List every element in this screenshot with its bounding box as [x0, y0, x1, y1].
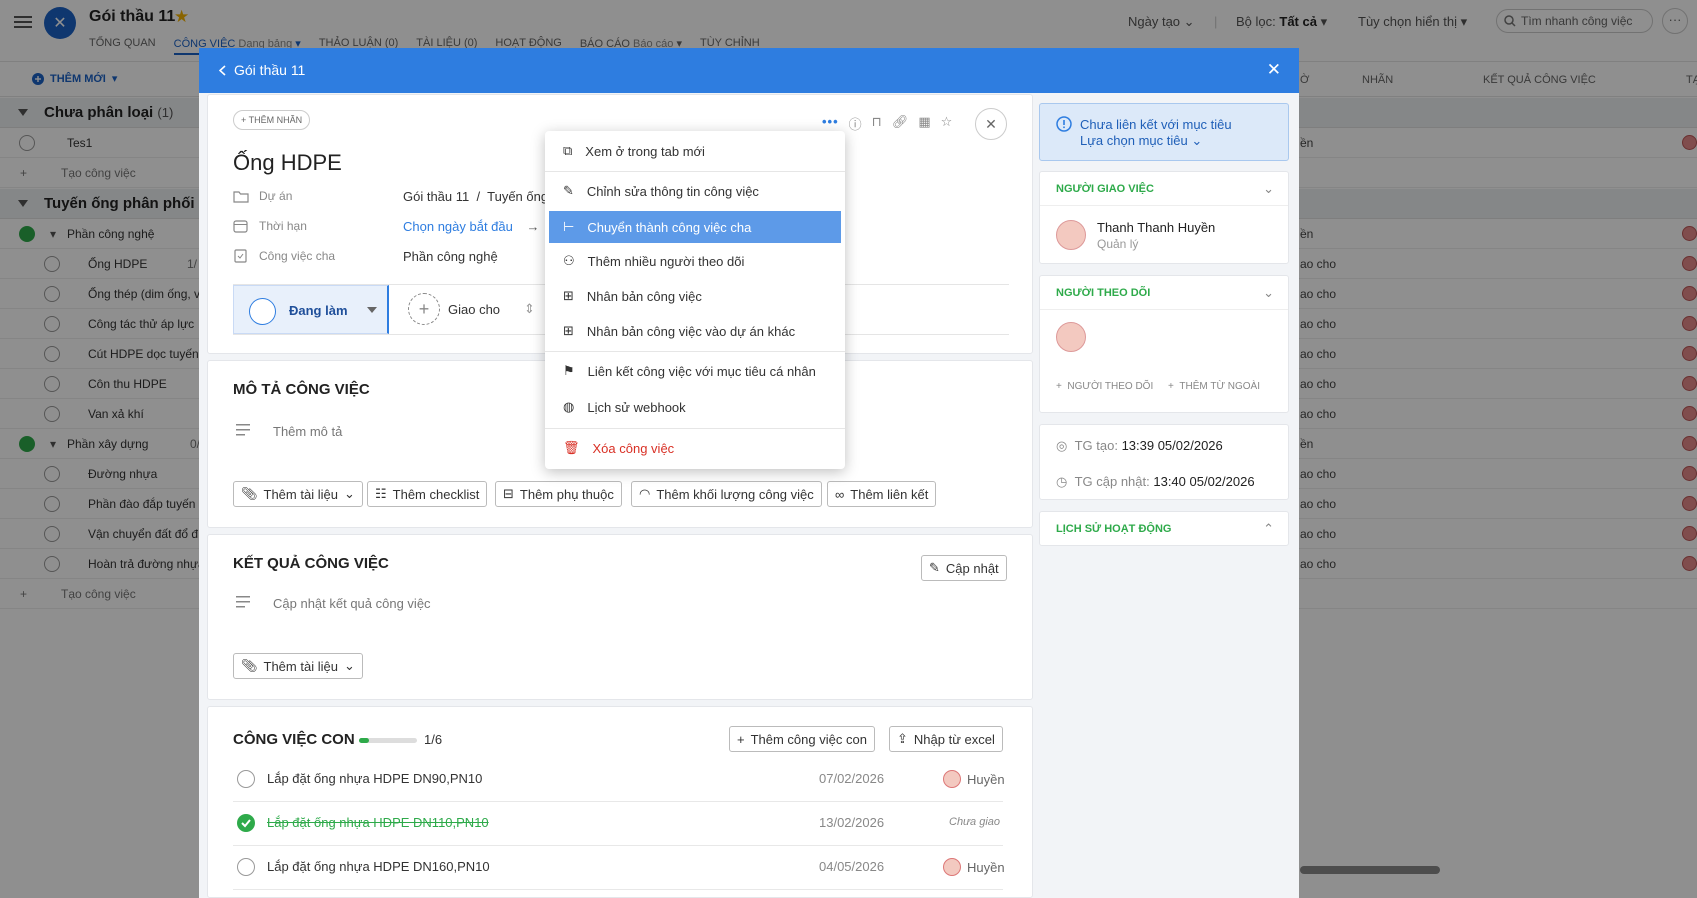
status-circle-icon [249, 298, 276, 325]
bookmark-icon[interactable]: ⊓ [872, 114, 882, 133]
description-input[interactable]: Thêm mô tả [273, 424, 342, 439]
subtask-row[interactable]: Lắp đặt ống nhựa HDPE DN110,PN10 13/02/2… [233, 802, 1003, 846]
link-icon: ∞ [835, 486, 845, 502]
add-users-icon: ⚇ [563, 253, 575, 268]
dependency-icon: ⊟ [503, 486, 514, 501]
goal-panel[interactable]: Chưa liên kết với mục tiêu Lựa chọn mục … [1039, 103, 1289, 161]
avatar [943, 770, 961, 788]
followers-panel: NGƯỜI THEO DÕI ⌄ + NGƯỜI THEO DÕI + THÊM… [1039, 275, 1289, 413]
menu-item-edit-task[interactable]: ✎ Chỉnh sửa thông tin công việc [549, 175, 841, 207]
assign-button[interactable]: + Giao cho ⇕ [408, 293, 535, 325]
result-input[interactable]: Cập nhật kết quả công việc [273, 596, 431, 611]
menu-item-duplicate-other-project[interactable]: ⊞ Nhân bản công việc vào dự án khác [549, 315, 841, 347]
menu-item-delete-task[interactable]: 🗑︎ Xóa công việc [549, 432, 841, 464]
duplicate-icon: ⊞ [563, 288, 574, 303]
add-subtask-button[interactable]: + Thêm công việc con [729, 726, 875, 752]
avatar [943, 858, 961, 876]
add-dependency-button[interactable]: ⊟ Thêm phụ thuộc [495, 481, 622, 507]
parent-task-value[interactable]: Phần công nghệ [403, 249, 498, 264]
globe-icon: ◍ [563, 399, 575, 414]
sort-icon: ⇕ [524, 301, 535, 316]
priority-icon[interactable]: ⓘ [849, 114, 862, 133]
status-dropdown[interactable]: Đang làm [233, 285, 389, 334]
menu-item-duplicate[interactable]: ⊞ Nhân bản công việc [549, 280, 841, 312]
parent-task-field-label: Công việc cha [233, 249, 335, 263]
subtask-row[interactable]: Lắp đặt ống nhựa HDPE DN160,PN10 04/05/2… [233, 846, 1005, 890]
subtasks-progress-text: 1/6 [424, 732, 443, 747]
open-new-tab-icon: ⧉ [563, 143, 573, 158]
close-modal-button[interactable]: ✕ [1267, 60, 1281, 80]
caret-down-icon [367, 307, 377, 313]
select-goal-link[interactable]: Lựa chọn mục tiêu ⌄ [1080, 133, 1202, 149]
link-icon[interactable]: 🔗︎ [892, 114, 909, 133]
chevron-up-icon[interactable]: ⌃ [1263, 521, 1274, 537]
add-external-button[interactable]: + THÊM TỪ NGOÀI [1168, 381, 1260, 392]
done-check-icon[interactable] [237, 814, 255, 832]
text-lines-icon [236, 596, 250, 608]
task-title[interactable]: Ống HDPE [233, 150, 342, 176]
add-workload-button[interactable]: ◠ Thêm khối lượng công việc [631, 481, 822, 507]
menu-item-webhook-history[interactable]: ◍ Lịch sử webhook [549, 391, 841, 423]
info-icon [1056, 116, 1072, 132]
add-document-button[interactable]: 📎︎ Thêm tài liệu ⌄ [233, 481, 363, 507]
assigner-panel: NGƯỜI GIAO VIỆC ⌄ Thanh Thanh Huyền Quản… [1039, 171, 1289, 264]
avatar [1056, 322, 1086, 352]
checklist-icon: ☷ [375, 486, 387, 501]
chevron-down-icon[interactable]: ⌄ [1263, 285, 1274, 301]
subtask-checkbox[interactable] [237, 858, 255, 876]
chevron-down-icon[interactable]: ⌄ [1263, 181, 1274, 197]
chevron-left-icon [219, 64, 226, 76]
trash-icon: 🗑︎ [563, 440, 580, 455]
close-task-button[interactable]: ✕ [975, 108, 1007, 140]
task-icon [234, 249, 247, 263]
project-value[interactable]: Gói thầu 11 / Tuyến ống [403, 189, 548, 204]
activity-history-panel[interactable]: LỊCH SỬ HOẠT ĐỘNG ⌃ [1039, 511, 1289, 546]
edit-icon: ✎ [563, 183, 574, 198]
progress-fill [359, 738, 369, 743]
plus-icon: + [737, 731, 745, 747]
menu-item-link-goal[interactable]: ⚑ Liên kết công việc với mục tiêu cá nhân [549, 355, 841, 387]
deadline-field-label: Thời hạn [233, 219, 307, 233]
clock-icon: ◷ [1056, 474, 1068, 489]
menu-item-open-new-tab[interactable]: ⧉ Xem ở trong tab mới [549, 135, 841, 167]
edit-note-icon: ✎ [929, 560, 940, 575]
project-field-label: Dự án [233, 189, 292, 203]
menu-item-convert-to-parent[interactable]: ⊢ Chuyển thành công việc cha [549, 211, 841, 243]
description-title: MÔ TẢ CÔNG VIỆC [233, 381, 370, 398]
upload-icon: ⇪ [897, 731, 908, 746]
tree-icon: ⊢ [563, 219, 575, 234]
subtasks-progress-bar [359, 738, 417, 743]
back-button[interactable]: Gói thầu 11 [219, 62, 305, 78]
add-link-button[interactable]: ∞ Thêm liên kết [827, 481, 937, 507]
flag-icon: ⚑ [563, 363, 575, 378]
import-excel-button[interactable]: ⇪ Nhập từ excel [889, 726, 1003, 752]
paperclip-icon: 📎︎ [241, 658, 258, 673]
timestamps-panel: ◎ TG tạo: 13:39 05/02/2026 ◷ TG cập nhật… [1039, 424, 1289, 500]
start-date-picker[interactable]: Chọn ngày bắt đầu → [403, 219, 540, 234]
user-clock-icon: ◎ [1056, 438, 1068, 453]
paperclip-icon: 📎︎ [241, 486, 258, 501]
modal-header: Gói thầu 11 ✕ [199, 48, 1299, 93]
subtask-checkbox[interactable] [237, 770, 255, 788]
gauge-icon: ◠ [639, 486, 651, 501]
task-options-menu: ⧉ Xem ở trong tab mới ✎ Chỉnh sửa thông ti… [545, 131, 845, 469]
text-lines-icon [236, 424, 250, 436]
add-assignee-icon: + [408, 293, 440, 325]
duplicate-icon: ⊞ [563, 323, 574, 338]
calendar-icon [233, 220, 248, 233]
result-title: KẾT QUẢ CÔNG VIỆC [233, 555, 389, 572]
avatar [1056, 220, 1086, 250]
result-add-document-button[interactable]: 📎︎ Thêm tài liệu ⌄ [233, 653, 363, 679]
subtasks-title: CÔNG VIỆC CON [233, 731, 355, 748]
folder-icon [233, 190, 249, 203]
star-icon[interactable]: ☆ [941, 114, 953, 133]
subtask-row[interactable]: Lắp đặt ống nhựa HDPE DN90,PN10 07/02/20… [233, 758, 1005, 802]
menu-item-add-followers[interactable]: ⚇ Thêm nhiều người theo dõi [549, 245, 841, 277]
add-checklist-button[interactable]: ☷ Thêm checklist [367, 481, 488, 507]
add-tag-button[interactable]: + THÊM NHÃN [233, 110, 311, 130]
update-result-button[interactable]: ✎ Cập nhật [921, 555, 1007, 581]
calendar-icon[interactable]: ▦ [918, 114, 930, 133]
add-follower-button[interactable]: + NGƯỜI THEO DÕI [1056, 381, 1153, 392]
